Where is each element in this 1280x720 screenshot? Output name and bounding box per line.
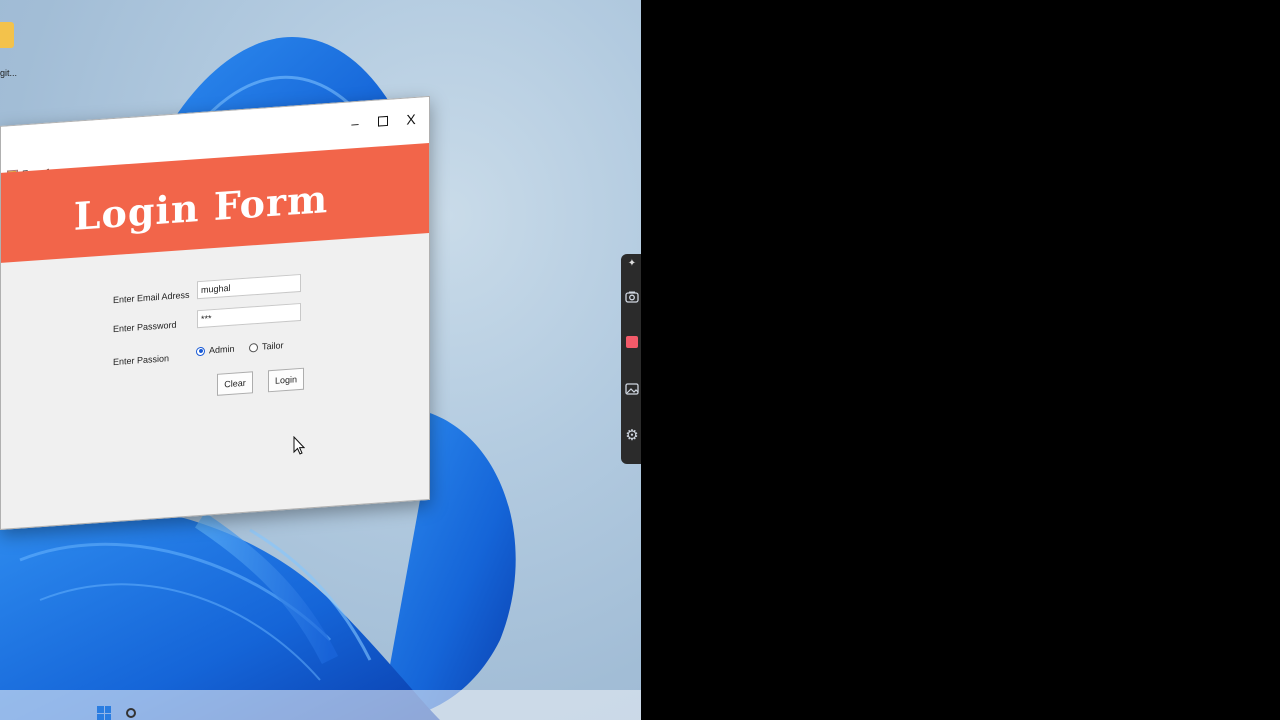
radio-unselected-icon [249, 342, 258, 353]
maximize-button[interactable] [371, 109, 395, 133]
desktop-folder-icon[interactable] [0, 22, 14, 48]
capture-toolbar: ✦ ⚙ [621, 254, 641, 464]
radio-tailor-label: Tailor [262, 340, 284, 352]
maximize-icon [378, 115, 388, 127]
pin-icon[interactable]: ✦ [625, 258, 639, 269]
minimize-button[interactable]: – [343, 111, 367, 135]
record-icon[interactable] [625, 336, 639, 348]
settings-icon[interactable]: ⚙ [625, 426, 639, 444]
start-icon[interactable] [97, 706, 111, 720]
desktop-icon-label: git... [0, 68, 18, 78]
radio-admin[interactable]: Admin [196, 344, 235, 357]
email-field[interactable]: mughal [197, 273, 301, 300]
radio-tailor[interactable]: Tailor [249, 340, 284, 353]
close-button[interactable]: X [399, 107, 423, 131]
radio-admin-label: Admin [209, 343, 235, 356]
login-button[interactable]: Login [268, 367, 304, 393]
radio-selected-icon [196, 346, 205, 356]
password-field[interactable]: *** [197, 302, 301, 329]
banner-title: Login Form [73, 176, 329, 239]
mouse-cursor-icon [293, 436, 305, 455]
email-label: Enter Email Adress [113, 289, 190, 306]
clear-button[interactable]: Clear [217, 371, 253, 396]
password-label: Enter Password [113, 319, 177, 335]
record-indicator [626, 336, 638, 348]
login-form-window: Form1 – X Login Form Enter Email Adress … [0, 95, 430, 531]
position-label: Enter Passion [113, 353, 170, 368]
search-icon[interactable] [126, 708, 136, 718]
camera-icon[interactable] [625, 290, 639, 304]
gallery-icon[interactable] [625, 382, 639, 396]
